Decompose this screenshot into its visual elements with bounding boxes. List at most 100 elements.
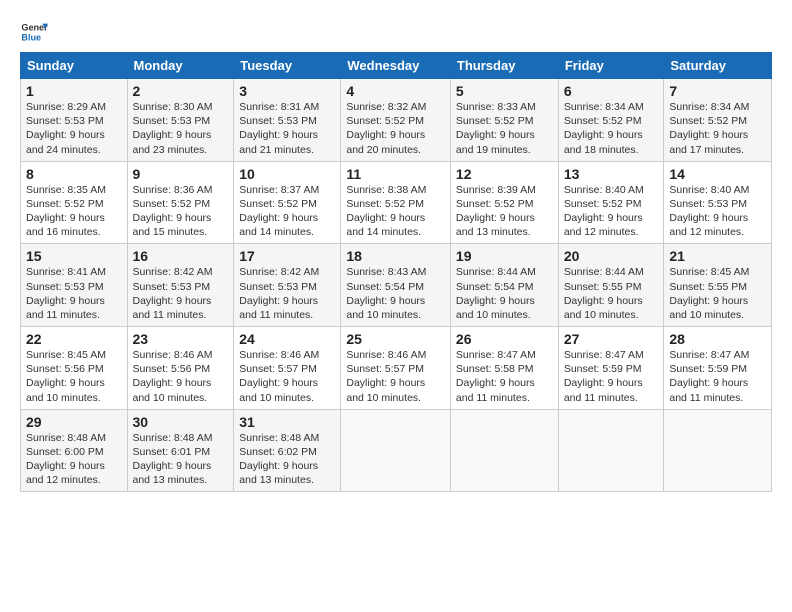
- day-info: Sunrise: 8:35 AM Sunset: 5:52 PM Daylight:…: [26, 183, 122, 240]
- sunrise-text: Sunrise: 8:45 AM: [26, 349, 106, 361]
- calendar-cell: 4Sunrise: 8:32 AMSunset: 5:52 PMDaylight…: [341, 79, 451, 162]
- calendar-cell: 1Sunrise: 8:29 AMSunset: 5:53 PMDaylight…: [21, 79, 128, 162]
- day-info: Sunrise: 8:41 AMSunset: 5:53 PMDaylight:…: [26, 265, 122, 322]
- daylight-hours: Daylight: 9 hours: [133, 460, 212, 472]
- day-info: Sunrise: 8:42 AMSunset: 5:53 PMDaylight:…: [239, 265, 335, 322]
- page: General Blue SundayMondayTuesdayWednesda…: [0, 0, 792, 502]
- calendar-cell: 13Sunrise: 8:40 AMSunset: 5:52 PMDayligh…: [558, 161, 664, 244]
- calendar-cell: 5Sunrise: 8:33 AMSunset: 5:52 PMDaylight…: [450, 79, 558, 162]
- sunset-text: Sunset: 5:52 PM: [133, 198, 211, 210]
- sunset-text: Sunset: 6:00 PM: [26, 446, 104, 458]
- day-info: Sunrise: 8:48 AM Sunset: 6:01 PM Daylight:…: [133, 431, 229, 488]
- daylight-minutes: and 10 minutes.: [133, 392, 208, 404]
- daylight-minutes: and 13 minutes.: [239, 474, 314, 486]
- calendar-cell: 23Sunrise: 8:46 AMSunset: 5:56 PMDayligh…: [127, 327, 234, 410]
- sunset-text: Sunset: 5:52 PM: [564, 115, 642, 127]
- daylight-minutes: and 11 minutes.: [26, 309, 100, 321]
- daylight-hours: Daylight: 9 hours: [26, 129, 105, 141]
- daylight-hours: Daylight: 9 hours: [26, 212, 105, 224]
- calendar-table: SundayMondayTuesdayWednesdayThursdayFrid…: [20, 52, 772, 492]
- sunrise-text: Sunrise: 8:34 AM: [564, 101, 644, 113]
- daylight-hours: Daylight: 9 hours: [26, 377, 105, 389]
- sunset-text: Sunset: 5:57 PM: [239, 363, 317, 375]
- sunset-text: Sunset: 6:01 PM: [133, 446, 211, 458]
- sunrise-text: Sunrise: 8:47 AM: [456, 349, 536, 361]
- calendar-cell: [558, 409, 664, 492]
- day-number: 8: [26, 166, 122, 182]
- day-number: 11: [346, 166, 445, 182]
- weekday-saturday: Saturday: [664, 53, 772, 79]
- day-info: Sunrise: 8:31 AMSunset: 5:53 PMDaylight:…: [239, 100, 335, 157]
- calendar-cell: 16Sunrise: 8:42 AMSunset: 5:53 PMDayligh…: [127, 244, 234, 327]
- weekday-monday: Monday: [127, 53, 234, 79]
- sunrise-text: Sunrise: 8:30 AM: [133, 101, 213, 113]
- daylight-hours: Daylight: 9 hours: [239, 212, 318, 224]
- daylight-minutes: and 11 minutes.: [456, 392, 530, 404]
- daylight-hours: Daylight: 9 hours: [669, 129, 748, 141]
- sunrise-text: Sunrise: 8:43 AM: [346, 266, 426, 278]
- sunset-text: Sunset: 5:56 PM: [133, 363, 211, 375]
- sunrise-text: Sunrise: 8:47 AM: [564, 349, 644, 361]
- sunrise-text: Sunrise: 8:42 AM: [239, 266, 319, 278]
- sunset-text: Sunset: 5:52 PM: [669, 115, 747, 127]
- weekday-sunday: Sunday: [21, 53, 128, 79]
- sunrise-text: Sunrise: 8:39 AM: [456, 184, 536, 196]
- sunrise-text: Sunrise: 8:36 AM: [133, 184, 213, 196]
- day-number: 9: [133, 166, 229, 182]
- daylight-minutes: and 11 minutes.: [564, 392, 638, 404]
- day-info: Sunrise: 8:39 AMSunset: 5:52 PMDaylight:…: [456, 183, 553, 240]
- sunrise-text: Sunrise: 8:35 AM: [26, 184, 106, 196]
- day-number: 21: [669, 248, 766, 264]
- day-number: 10: [239, 166, 335, 182]
- daylight-minutes: and 17 minutes.: [669, 144, 744, 156]
- calendar-cell: 2Sunrise: 8:30 AMSunset: 5:53 PMDaylight…: [127, 79, 234, 162]
- day-number: 1: [26, 83, 122, 99]
- daylight-hours: Daylight: 9 hours: [456, 212, 535, 224]
- day-number: 30: [133, 414, 229, 430]
- daylight-hours: Daylight: 9 hours: [26, 295, 105, 307]
- daylight-minutes: and 13 minutes.: [456, 226, 531, 238]
- calendar-body: 1 Sunrise: 8:29 AM Sunset: 5:53 PM Daylight…: [21, 79, 772, 492]
- day-info: Sunrise: 8:47 AMSunset: 5:58 PMDaylight:…: [456, 348, 553, 405]
- daylight-hours: Daylight: 9 hours: [669, 377, 748, 389]
- calendar-cell: 20Sunrise: 8:44 AMSunset: 5:55 PMDayligh…: [558, 244, 664, 327]
- day-info: Sunrise: 8:30 AMSunset: 5:53 PMDaylight:…: [133, 100, 229, 157]
- day-number: 4: [346, 83, 445, 99]
- sunrise-text: Sunrise: 8:40 AM: [564, 184, 644, 196]
- sunrise-text: Sunrise: 8:46 AM: [133, 349, 213, 361]
- sunrise-text: Sunrise: 8:41 AM: [26, 266, 106, 278]
- calendar-cell: [664, 409, 772, 492]
- calendar-cell: 12Sunrise: 8:39 AMSunset: 5:52 PMDayligh…: [450, 161, 558, 244]
- daylight-minutes: and 14 minutes.: [346, 226, 421, 238]
- daylight-hours: Daylight: 9 hours: [133, 295, 212, 307]
- day-number: 12: [456, 166, 553, 182]
- day-info: Sunrise: 8:43 AMSunset: 5:54 PMDaylight:…: [346, 265, 445, 322]
- daylight-minutes: and 10 minutes.: [346, 309, 421, 321]
- sunset-text: Sunset: 5:53 PM: [133, 281, 211, 293]
- sunset-text: Sunset: 5:54 PM: [456, 281, 534, 293]
- day-number: 25: [346, 331, 445, 347]
- daylight-minutes: and 19 minutes.: [456, 144, 531, 156]
- sunrise-text: Sunrise: 8:32 AM: [346, 101, 426, 113]
- day-number: 22: [26, 331, 122, 347]
- sunrise-text: Sunrise: 8:40 AM: [669, 184, 749, 196]
- day-info: Sunrise: 8:47 AM Sunset: 5:59 PM Daylight:…: [564, 348, 659, 405]
- sunset-text: Sunset: 5:59 PM: [564, 363, 642, 375]
- daylight-minutes: and 11 minutes.: [669, 392, 743, 404]
- daylight-minutes: and 23 minutes.: [133, 144, 208, 156]
- sunrise-text: Sunrise: 8:29 AM: [26, 101, 106, 113]
- day-info: Sunrise: 8:42 AMSunset: 5:53 PMDaylight:…: [133, 265, 229, 322]
- sunrise-text: Sunrise: 8:47 AM: [669, 349, 749, 361]
- day-number: 2: [133, 83, 229, 99]
- daylight-hours: Daylight: 9 hours: [564, 212, 643, 224]
- sunset-text: Sunset: 5:52 PM: [26, 198, 104, 210]
- daylight-minutes: and 10 minutes.: [346, 392, 421, 404]
- daylight-hours: Daylight: 9 hours: [669, 295, 748, 307]
- daylight-hours: Daylight: 9 hours: [239, 460, 318, 472]
- daylight-hours: Daylight: 9 hours: [564, 377, 643, 389]
- daylight-hours: Daylight: 9 hours: [133, 129, 212, 141]
- daylight-hours: Daylight: 9 hours: [239, 377, 318, 389]
- weekday-tuesday: Tuesday: [234, 53, 341, 79]
- day-info: Sunrise: 8:32 AMSunset: 5:52 PMDaylight:…: [346, 100, 445, 157]
- sunrise-text: Sunrise: 8:48 AM: [133, 432, 213, 444]
